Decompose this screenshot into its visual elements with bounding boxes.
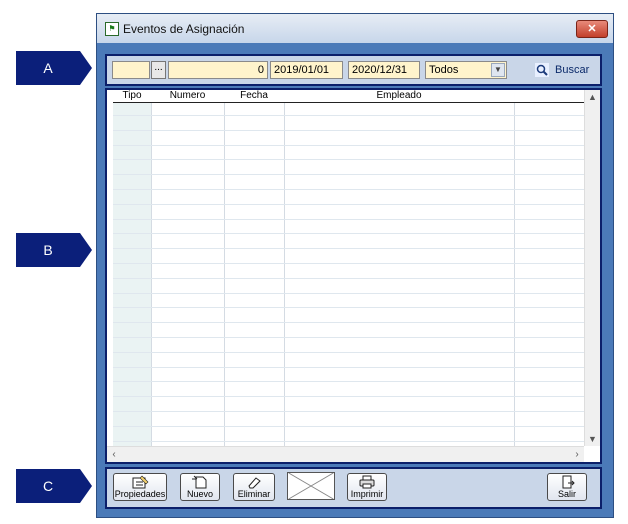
code-input[interactable] <box>112 61 150 79</box>
empty-grid-row <box>113 204 586 205</box>
properties-button[interactable]: Propiedades <box>113 473 167 501</box>
scroll-right-icon[interactable]: › <box>570 447 584 462</box>
window-title: Eventos de Asignación <box>123 22 245 36</box>
empty-grid-row <box>113 411 586 412</box>
exit-door-icon <box>562 475 575 489</box>
empty-grid-row <box>113 352 586 353</box>
chevron-down-icon[interactable]: ▼ <box>491 63 505 77</box>
dialog-window: ⚑ Eventos de Asignación ✕ ... 0 2019/01/… <box>96 13 614 518</box>
eraser-icon <box>248 477 261 489</box>
type-select[interactable]: Todos ▼ <box>425 61 507 79</box>
new-label: Nuevo <box>186 489 213 499</box>
number-input[interactable]: 0 <box>168 61 268 79</box>
empty-grid-row <box>113 263 586 264</box>
action-toolbar: Propiedades Nuevo Eliminar Imprimir Sali… <box>105 467 602 509</box>
empty-grid-row <box>113 441 586 442</box>
close-button[interactable]: ✕ <box>576 20 608 38</box>
scroll-up-icon[interactable]: ▲ <box>585 90 600 104</box>
empty-grid-row <box>113 219 586 220</box>
delete-label: Eliminar <box>237 489 271 499</box>
vertical-scrollbar[interactable]: ▲ ▼ <box>584 90 600 446</box>
empty-grid-row <box>113 293 586 294</box>
printer-icon <box>359 475 375 489</box>
callout-b: B <box>16 233 92 267</box>
empty-grid-row <box>113 159 586 160</box>
print-button[interactable]: Imprimir <box>347 473 387 501</box>
title-bar[interactable]: ⚑ Eventos de Asignación ✕ <box>97 14 613 43</box>
empty-grid-row <box>113 130 586 131</box>
empty-grid-row <box>113 337 586 338</box>
date-from-input[interactable]: 2019/01/01 <box>270 61 343 79</box>
column-header-fecha[interactable]: Fecha <box>224 90 284 101</box>
empty-grid-row <box>113 381 586 382</box>
empty-grid-row <box>113 174 586 175</box>
exit-button[interactable]: Salir <box>547 473 587 501</box>
results-grid[interactable]: Tipo Numero Fecha Empleado ▲ ▼ ‹ › <box>105 88 602 464</box>
horizontal-scrollbar[interactable]: ‹ › <box>107 446 584 462</box>
empty-grid-row <box>113 307 586 308</box>
empty-grid-row <box>113 145 586 146</box>
filter-panel: ... 0 2019/01/01 2020/12/31 Todos ▼ Busc… <box>105 54 602 86</box>
empty-grid-row <box>113 115 586 116</box>
empty-grid-row <box>113 248 586 249</box>
column-header-tipo[interactable]: Tipo <box>113 90 151 101</box>
new-button[interactable]: Nuevo <box>180 473 220 501</box>
browse-button[interactable]: ... <box>151 61 166 79</box>
empty-grid-row <box>113 396 586 397</box>
tipo-column-shade <box>113 103 151 446</box>
empty-grid-row <box>113 367 586 368</box>
date-to-input[interactable]: 2020/12/31 <box>348 61 420 79</box>
print-label: Imprimir <box>350 489 384 499</box>
callout-a: A <box>16 51 92 85</box>
scroll-down-icon[interactable]: ▼ <box>585 432 600 446</box>
type-select-value: Todos <box>429 64 459 76</box>
empty-grid-row <box>113 426 586 427</box>
callout-c: C <box>16 469 92 503</box>
mail-icon <box>287 472 335 500</box>
search-label: Buscar <box>555 64 590 76</box>
empty-grid-row <box>113 278 586 279</box>
delete-button[interactable]: Eliminar <box>233 473 275 501</box>
column-header-empleado[interactable]: Empleado <box>284 90 514 101</box>
grid-header: Tipo Numero Fecha Empleado <box>113 90 586 103</box>
properties-icon <box>132 475 149 489</box>
search-button[interactable]: Buscar <box>535 61 589 79</box>
empty-grid-row <box>113 189 586 190</box>
new-document-icon <box>192 475 207 489</box>
exit-label: Salir <box>557 489 576 499</box>
column-header-numero[interactable]: Numero <box>151 90 224 101</box>
search-icon <box>535 63 549 78</box>
properties-label: Propiedades <box>114 489 166 499</box>
app-icon: ⚑ <box>105 22 119 36</box>
empty-grid-row <box>113 233 586 234</box>
scroll-left-icon[interactable]: ‹ <box>107 447 121 462</box>
empty-grid-row <box>113 322 586 323</box>
